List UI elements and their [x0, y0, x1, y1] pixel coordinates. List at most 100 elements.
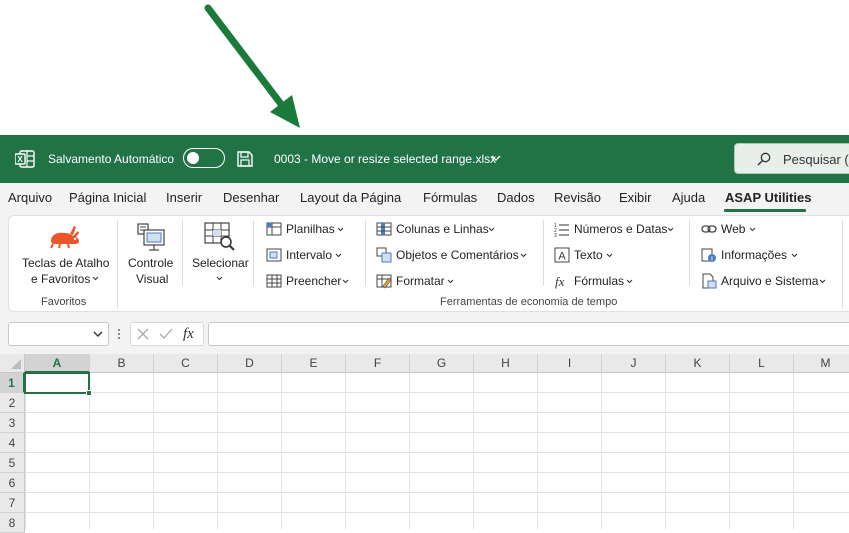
chevron-down-icon — [520, 253, 527, 258]
active-cell[interactable] — [24, 372, 90, 394]
search-box[interactable]: Pesquisar (A — [734, 143, 849, 174]
row-header-5[interactable]: 5 — [0, 453, 25, 473]
group-separator — [117, 220, 118, 308]
preencher-menu[interactable]: Preencher — [286, 274, 341, 288]
excel-logo-icon: X — [15, 150, 35, 168]
column-header-f[interactable]: F — [346, 354, 410, 373]
row-header-8[interactable]: 8 — [0, 513, 25, 533]
column-header-g[interactable]: G — [410, 354, 474, 373]
autosave-label: Salvamento Automático — [48, 152, 175, 166]
arquivo-sistema-menu[interactable]: Arquivo e Sistema — [721, 274, 818, 288]
column-separator — [689, 220, 690, 286]
select-all-icon — [11, 359, 21, 369]
select-label[interactable]: Selecionar — [192, 256, 249, 270]
more-options-icon[interactable] — [117, 328, 121, 340]
chevron-down-icon — [791, 253, 798, 258]
name-box[interactable] — [8, 322, 109, 346]
chevron-down-icon — [488, 227, 495, 232]
colunas-linhas-menu[interactable]: Colunas e Linhas — [396, 222, 489, 236]
rabbit-icon[interactable] — [48, 224, 82, 250]
tab-ajuda[interactable]: Ajuda — [672, 183, 705, 213]
numeros-datas-menu[interactable]: Números e Datas — [574, 222, 667, 236]
search-icon — [757, 152, 771, 166]
visual-control-label-1[interactable]: Controle — [128, 256, 173, 270]
shortcuts-label-2[interactable]: e Favoritos — [31, 272, 90, 286]
chevron-down-icon — [216, 276, 223, 281]
tab-revisao[interactable]: Revisão — [554, 183, 601, 213]
visual-control-label-2[interactable]: Visual — [136, 272, 168, 286]
cell-area[interactable] — [25, 373, 849, 529]
objects-comments-icon — [376, 247, 392, 263]
planilhas-menu[interactable]: Planilhas — [286, 222, 335, 236]
formulas-menu[interactable]: Fórmulas — [574, 274, 624, 288]
text-icon: A — [554, 247, 570, 263]
row-header-1[interactable]: 1 — [0, 373, 25, 393]
fill-icon — [266, 274, 282, 288]
columns-rows-icon — [376, 222, 392, 236]
info-icon: i — [701, 248, 716, 263]
insert-function-button[interactable]: fx — [183, 326, 194, 343]
row-header-4[interactable]: 4 — [0, 433, 25, 453]
chevron-down-icon — [342, 279, 349, 284]
sheets-icon — [266, 222, 282, 236]
column-header-b[interactable]: B — [90, 354, 154, 373]
column-separator — [365, 220, 366, 286]
group-label-favoritos: Favoritos — [41, 296, 87, 308]
toggle-knob — [187, 151, 199, 164]
chevron-down-icon — [337, 227, 344, 232]
informacoes-menu[interactable]: Informações — [721, 248, 787, 262]
objetos-comentarios-menu[interactable]: Objetos e Comentários — [396, 248, 519, 262]
row-header-3[interactable]: 3 — [0, 413, 25, 433]
file-name[interactable]: 0003 - Move or resize selected range.xls… — [274, 135, 496, 183]
tab-inserir[interactable]: Inserir — [166, 183, 202, 213]
chevron-down-icon — [447, 279, 454, 284]
link-icon — [701, 225, 717, 233]
column-header-e[interactable]: E — [282, 354, 346, 373]
chevron-down-icon — [749, 227, 756, 232]
button-separator — [253, 220, 254, 286]
formula-input[interactable] — [208, 322, 849, 346]
tab-pagina-inicial[interactable]: Página Inicial — [69, 183, 146, 213]
column-header-j[interactable]: J — [602, 354, 666, 373]
column-header-d[interactable]: D — [218, 354, 282, 373]
tab-arquivo[interactable]: Arquivo — [8, 183, 52, 213]
chevron-down-icon — [606, 253, 613, 258]
active-tab-indicator — [724, 209, 806, 212]
select-icon[interactable] — [204, 222, 236, 252]
column-header-i[interactable]: I — [538, 354, 602, 373]
shortcuts-label-1[interactable]: Teclas de Atalho — [22, 256, 109, 270]
check-icon[interactable] — [159, 328, 173, 340]
column-header-m[interactable]: M — [794, 354, 849, 373]
chevron-down-icon — [92, 276, 99, 281]
chevron-down-icon[interactable] — [491, 155, 501, 162]
save-icon[interactable] — [236, 150, 254, 168]
tab-desenhar[interactable]: Desenhar — [223, 183, 279, 213]
texto-menu[interactable]: Texto — [574, 248, 603, 262]
column-header-l[interactable]: L — [730, 354, 794, 373]
button-separator — [182, 220, 183, 286]
svg-text:3: 3 — [554, 233, 557, 237]
cancel-icon[interactable] — [137, 328, 149, 340]
chevron-down-icon[interactable] — [93, 331, 103, 338]
column-header-h[interactable]: H — [474, 354, 538, 373]
tab-formulas[interactable]: Fórmulas — [423, 183, 477, 213]
fx-icon: fx — [555, 274, 565, 289]
chevron-down-icon — [335, 253, 342, 258]
tab-layout[interactable]: Layout da Página — [300, 183, 401, 213]
column-header-k[interactable]: K — [666, 354, 730, 373]
visual-control-icon[interactable] — [136, 222, 166, 252]
row-header-7[interactable]: 7 — [0, 493, 25, 513]
tab-dados[interactable]: Dados — [497, 183, 535, 213]
select-all-corner[interactable] — [0, 354, 25, 373]
web-menu[interactable]: Web — [721, 222, 745, 236]
column-header-a[interactable]: A — [25, 354, 90, 373]
chevron-down-icon — [667, 227, 674, 232]
formatar-menu[interactable]: Formatar — [396, 274, 445, 288]
autosave-toggle[interactable] — [183, 148, 225, 168]
column-header-c[interactable]: C — [154, 354, 218, 373]
intervalo-menu[interactable]: Intervalo — [286, 248, 332, 262]
tab-exibir[interactable]: Exibir — [619, 183, 652, 213]
row-header-2[interactable]: 2 — [0, 393, 25, 413]
row-header-6[interactable]: 6 — [0, 473, 25, 493]
fill-handle[interactable] — [86, 390, 92, 396]
